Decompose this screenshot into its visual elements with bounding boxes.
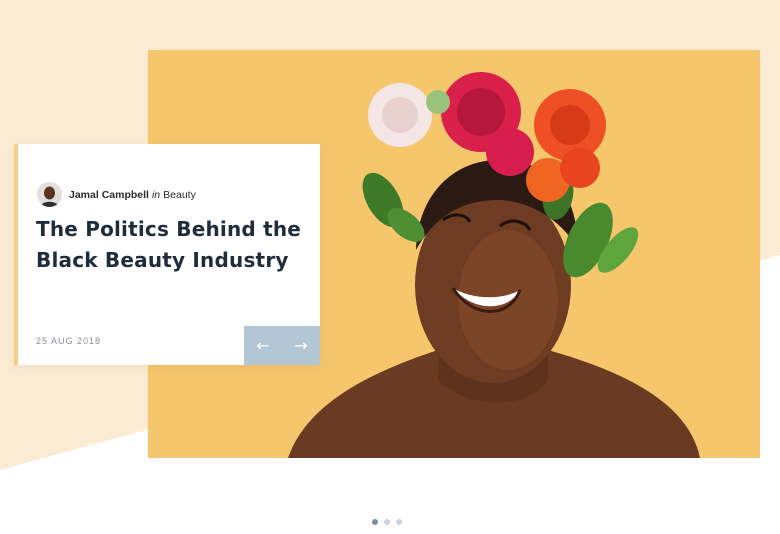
pagination-dots bbox=[372, 519, 402, 525]
article-card[interactable]: Jamal Campbell in Beauty The Politics Be… bbox=[14, 144, 320, 365]
article-date: 25 AUG 2018 bbox=[36, 336, 102, 346]
prev-slide-button[interactable]: ← bbox=[244, 326, 282, 365]
article-title[interactable]: The Politics Behind the Black Beauty Ind… bbox=[36, 214, 306, 276]
slider-nav: ← → bbox=[244, 326, 320, 365]
pagination-dot[interactable] bbox=[384, 519, 390, 525]
author-name[interactable]: Jamal Campbell bbox=[69, 189, 149, 201]
arrow-left-icon: ← bbox=[256, 336, 270, 355]
article-title-line-1: The Politics Behind the bbox=[36, 217, 302, 241]
next-slide-button[interactable]: → bbox=[282, 326, 320, 365]
article-byline: Jamal Campbell in Beauty bbox=[37, 182, 196, 207]
pagination-dot[interactable] bbox=[372, 519, 378, 525]
byline-in-word: in bbox=[151, 188, 161, 201]
category-link[interactable]: Beauty bbox=[163, 189, 196, 201]
article-title-line-2: Black Beauty Industry bbox=[36, 248, 289, 272]
pagination-dot[interactable] bbox=[396, 519, 402, 525]
arrow-right-icon: → bbox=[294, 336, 308, 355]
author-avatar bbox=[37, 182, 62, 207]
